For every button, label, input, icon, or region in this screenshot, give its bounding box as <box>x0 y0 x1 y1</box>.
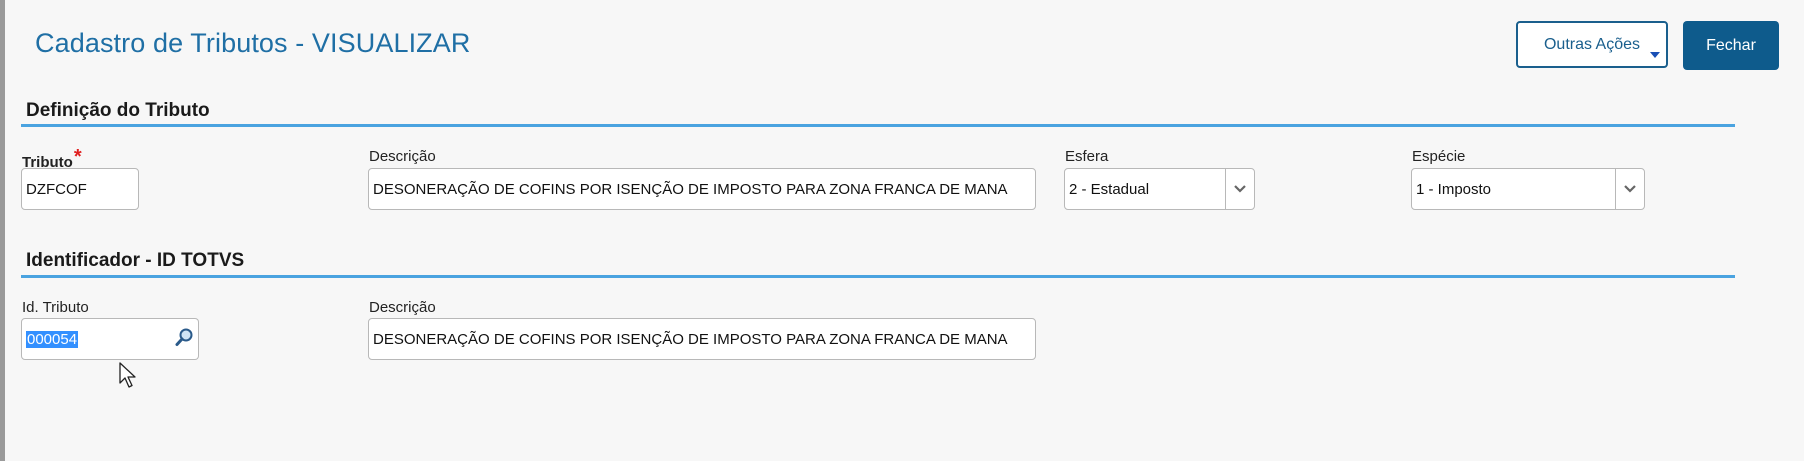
caret-down-icon <box>1650 52 1660 58</box>
descricao-input[interactable]: DESONERAÇÃO DE COFINS POR ISENÇÃO DE IMP… <box>368 168 1036 210</box>
left-border <box>0 0 5 461</box>
esfera-label: Esfera <box>1065 148 1109 165</box>
id-tributo-label: Id. Tributo <box>22 299 89 316</box>
outras-acoes-button[interactable]: Outras Ações <box>1516 21 1668 68</box>
selected-value: 000054 <box>26 330 79 348</box>
especie-select[interactable]: 1 - Imposto <box>1411 168 1645 210</box>
section-title-identificador: Identificador - ID TOTVS <box>26 250 245 271</box>
fechar-button[interactable]: Fechar <box>1683 21 1779 70</box>
section-divider <box>21 124 1735 127</box>
arrow-cursor-icon <box>119 362 139 395</box>
page-title: Cadastro de Tributos - VISUALIZAR <box>35 28 471 58</box>
esfera-select[interactable]: 2 - Estadual <box>1064 168 1255 210</box>
outras-acoes-label: Outras Ações <box>1543 35 1641 53</box>
section-title-definicao: Definição do Tributo <box>26 100 210 121</box>
required-mark: * <box>73 146 82 168</box>
descricao-label: Descrição <box>369 148 436 165</box>
chevron-down-icon[interactable] <box>1225 169 1254 209</box>
descricao-id-input[interactable]: DESONERAÇÃO DE COFINS POR ISENÇÃO DE IMP… <box>368 318 1036 360</box>
id-tributo-input[interactable]: 000054 <box>21 318 171 360</box>
fechar-label: Fechar <box>1706 36 1756 54</box>
page: Cadastro de Tributos - VISUALIZAR Outras… <box>0 0 1804 461</box>
descricao-id-label: Descrição <box>369 299 436 316</box>
especie-label: Espécie <box>1412 148 1466 165</box>
magnifier-icon <box>174 327 194 352</box>
lookup-button[interactable] <box>169 318 199 360</box>
chevron-down-icon[interactable] <box>1615 169 1644 209</box>
section-divider <box>21 275 1735 278</box>
tributo-input[interactable]: DZFCOF <box>21 168 139 210</box>
